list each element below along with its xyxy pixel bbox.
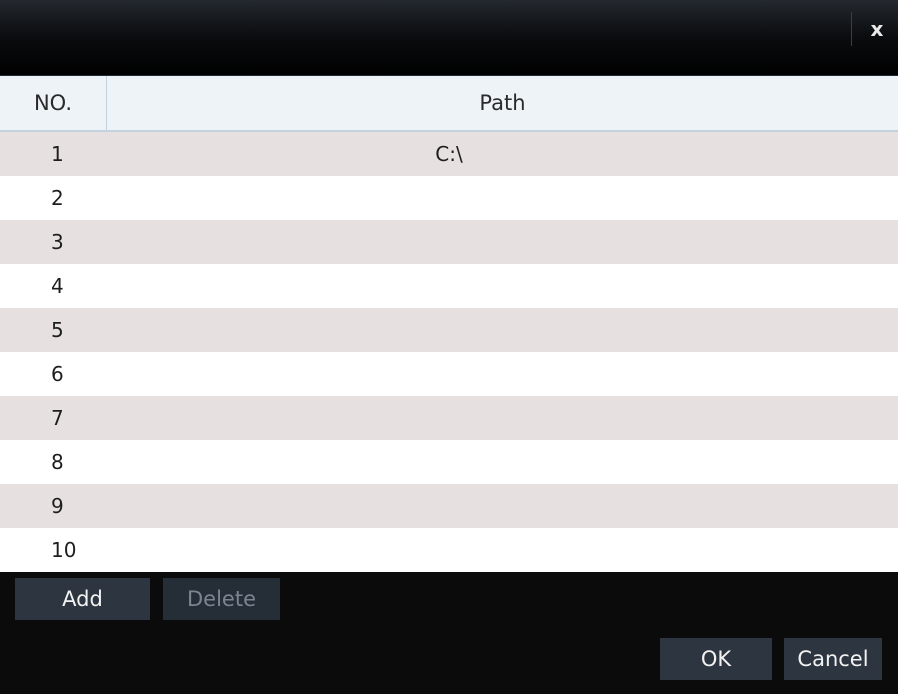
title-bar-separator (851, 12, 852, 46)
column-header-no: NO. (0, 76, 107, 130)
row-number: 1 (51, 142, 64, 166)
row-number: 7 (51, 406, 64, 430)
row-number: 8 (51, 450, 64, 474)
row-path (106, 484, 898, 528)
table-row[interactable]: 9 (0, 484, 898, 528)
table-row[interactable]: 10 (0, 528, 898, 572)
ok-button[interactable]: OK (660, 638, 772, 680)
row-path (106, 264, 898, 308)
row-path (106, 220, 898, 264)
row-number: 2 (51, 186, 64, 210)
table-row[interactable]: 7 (0, 396, 898, 440)
delete-button[interactable]: Delete (163, 578, 280, 620)
path-dialog: x NO. Path 1 C:\ 2 3 4 5 6 7 8 9 10 Add … (0, 0, 898, 694)
column-header-path: Path (479, 91, 526, 115)
row-path (106, 176, 898, 220)
row-number: 9 (51, 494, 64, 518)
row-path (106, 352, 898, 396)
row-number: 4 (51, 274, 64, 298)
row-path: C:\ (435, 142, 463, 166)
table-row[interactable]: 4 (0, 264, 898, 308)
row-path (106, 528, 898, 572)
dialog-footer: Add Delete OK Cancel (0, 572, 898, 694)
table-row[interactable]: 6 (0, 352, 898, 396)
table-row[interactable]: 2 (0, 176, 898, 220)
cancel-button[interactable]: Cancel (784, 638, 882, 680)
row-number: 6 (51, 362, 64, 386)
table-body: 1 C:\ 2 3 4 5 6 7 8 9 10 (0, 132, 898, 572)
add-button[interactable]: Add (15, 578, 150, 620)
close-icon[interactable]: x (862, 16, 892, 42)
row-number: 10 (51, 538, 77, 562)
table-row[interactable]: 8 (0, 440, 898, 484)
table-row[interactable]: 5 (0, 308, 898, 352)
table-header: NO. Path (0, 76, 898, 132)
row-path (106, 308, 898, 352)
table-row[interactable]: 1 C:\ (0, 132, 898, 176)
title-bar: x (0, 0, 898, 76)
table-row[interactable]: 3 (0, 220, 898, 264)
path-table: NO. Path 1 C:\ 2 3 4 5 6 7 8 9 10 (0, 76, 898, 572)
row-number: 5 (51, 318, 64, 342)
row-path (106, 396, 898, 440)
row-path (106, 440, 898, 484)
row-number: 3 (51, 230, 64, 254)
